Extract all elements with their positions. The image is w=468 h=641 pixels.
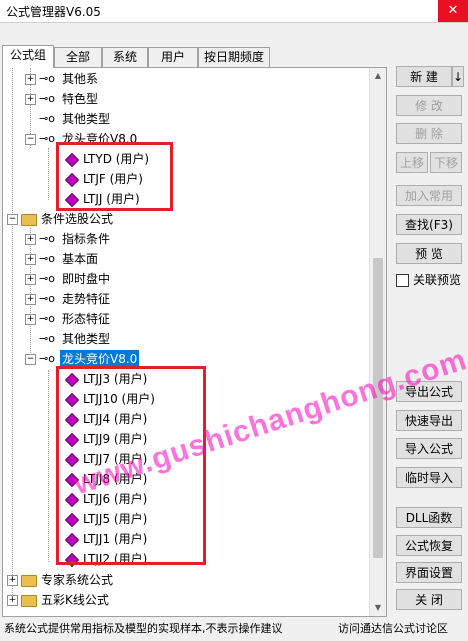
tab-user[interactable]: 用户 bbox=[148, 47, 198, 67]
modify-button[interactable]: 修 改 bbox=[396, 95, 462, 116]
close-button[interactable]: 关 闭 bbox=[396, 589, 462, 610]
formula-tree[interactable]: + ⊸o 其他系 + ⊸o 特色型 ⊸o 其他类型 − ⊸o 龙头竞价V8.0 … bbox=[2, 67, 387, 617]
add-common-button[interactable]: 加入常用 bbox=[396, 185, 462, 206]
link-preview-label: 关联预览 bbox=[413, 273, 462, 287]
move-down-button[interactable]: 下移 bbox=[430, 152, 462, 173]
folder-icon bbox=[21, 595, 37, 607]
node-icon: ⊸o bbox=[39, 312, 55, 325]
node-icon: ⊸o bbox=[39, 132, 55, 145]
import-formula-button[interactable]: 导入公式 bbox=[396, 438, 462, 459]
tab-by-date[interactable]: 按日期频度 bbox=[198, 47, 270, 67]
ui-settings-button[interactable]: 界面设置 bbox=[396, 562, 462, 583]
node-icon: ⊸o bbox=[39, 272, 55, 285]
node-icon: ⊸o bbox=[39, 232, 55, 245]
new-dropdown-arrow-icon[interactable]: ↓ bbox=[452, 66, 464, 87]
tree-folder-label: 条件选股公式 bbox=[41, 212, 114, 226]
temp-import-button[interactable]: 临时导入 bbox=[396, 467, 462, 488]
status-text: 系统公式提供常用指标及模型的实现样本,不表示操作建议 bbox=[4, 622, 283, 635]
tree-item-label: 指标条件 bbox=[62, 232, 111, 246]
expand-icon[interactable]: + bbox=[25, 254, 36, 265]
quick-export-button[interactable]: 快速导出 bbox=[396, 410, 462, 431]
scroll-thumb[interactable] bbox=[373, 258, 383, 558]
scroll-up-icon[interactable]: ▲ bbox=[370, 68, 386, 84]
link-preview-checkbox[interactable] bbox=[396, 274, 409, 287]
folder-icon bbox=[21, 214, 37, 226]
tree-guide bbox=[48, 370, 49, 562]
tree-item-label: 其他类型 bbox=[62, 112, 111, 126]
tree-folder-label: 专家系统公式 bbox=[41, 573, 114, 587]
expand-icon[interactable]: + bbox=[25, 234, 36, 245]
tree-guide bbox=[48, 148, 49, 200]
node-icon: ⊸o bbox=[39, 332, 55, 345]
tree-item-label: 形态特征 bbox=[62, 312, 111, 326]
formula-restore-button[interactable]: 公式恢复 bbox=[396, 535, 462, 556]
collapse-icon[interactable]: − bbox=[7, 214, 18, 225]
new-button[interactable]: 新 建 bbox=[396, 66, 452, 87]
tree-item-label: 基本面 bbox=[62, 252, 99, 266]
tree-item-label: 其他系 bbox=[62, 72, 99, 86]
node-icon: ⊸o bbox=[39, 292, 55, 305]
find-button[interactable]: 查找(F3) bbox=[396, 214, 462, 235]
close-icon[interactable]: ✕ bbox=[438, 0, 468, 22]
expand-icon[interactable]: + bbox=[7, 575, 18, 586]
node-icon: ⊸o bbox=[39, 92, 55, 105]
preview-button[interactable]: 预 览 bbox=[396, 243, 462, 264]
folder-icon bbox=[21, 575, 37, 587]
node-icon: ⊸o bbox=[39, 72, 55, 85]
expand-icon[interactable]: + bbox=[25, 274, 36, 285]
move-up-button[interactable]: 上移 bbox=[396, 152, 428, 173]
node-icon: ⊸o bbox=[39, 252, 55, 265]
title-bar: 公式管理器V6.05 ✕ bbox=[0, 0, 468, 23]
window-title: 公式管理器V6.05 bbox=[6, 5, 101, 19]
tree-item-label: 其他类型 bbox=[62, 332, 111, 346]
dll-function-button[interactable]: DLL函数 bbox=[396, 507, 462, 528]
scroll-down-icon[interactable]: ▼ bbox=[370, 600, 386, 616]
highlight-box bbox=[56, 142, 173, 211]
tab-formula-group[interactable]: 公式组 bbox=[2, 45, 54, 68]
tab-all[interactable]: 全部 bbox=[54, 47, 102, 67]
node-icon: ⊸o bbox=[39, 352, 55, 365]
collapse-icon[interactable]: − bbox=[25, 134, 36, 145]
expand-icon[interactable]: + bbox=[7, 595, 18, 606]
expand-icon[interactable]: + bbox=[25, 294, 36, 305]
tree-item-label: 即时盘中 bbox=[62, 272, 111, 286]
expand-icon[interactable]: + bbox=[25, 94, 36, 105]
tree-item-label: 走势特征 bbox=[62, 292, 111, 306]
delete-button[interactable]: 删 除 bbox=[396, 123, 462, 144]
vertical-scrollbar[interactable]: ▲ ▼ bbox=[369, 68, 386, 616]
expand-icon[interactable]: + bbox=[25, 314, 36, 325]
collapse-icon[interactable]: − bbox=[25, 354, 36, 365]
node-icon: ⊸o bbox=[39, 112, 55, 125]
expand-icon[interactable]: + bbox=[25, 74, 36, 85]
tree-folder-label: 五彩K线公式 bbox=[41, 593, 109, 607]
tree-item-label: 特色型 bbox=[62, 92, 99, 106]
forum-link[interactable]: 访问通达信公式讨论区 bbox=[338, 620, 448, 636]
tree-guide bbox=[12, 68, 13, 603]
tab-system[interactable]: 系统 bbox=[102, 47, 148, 67]
